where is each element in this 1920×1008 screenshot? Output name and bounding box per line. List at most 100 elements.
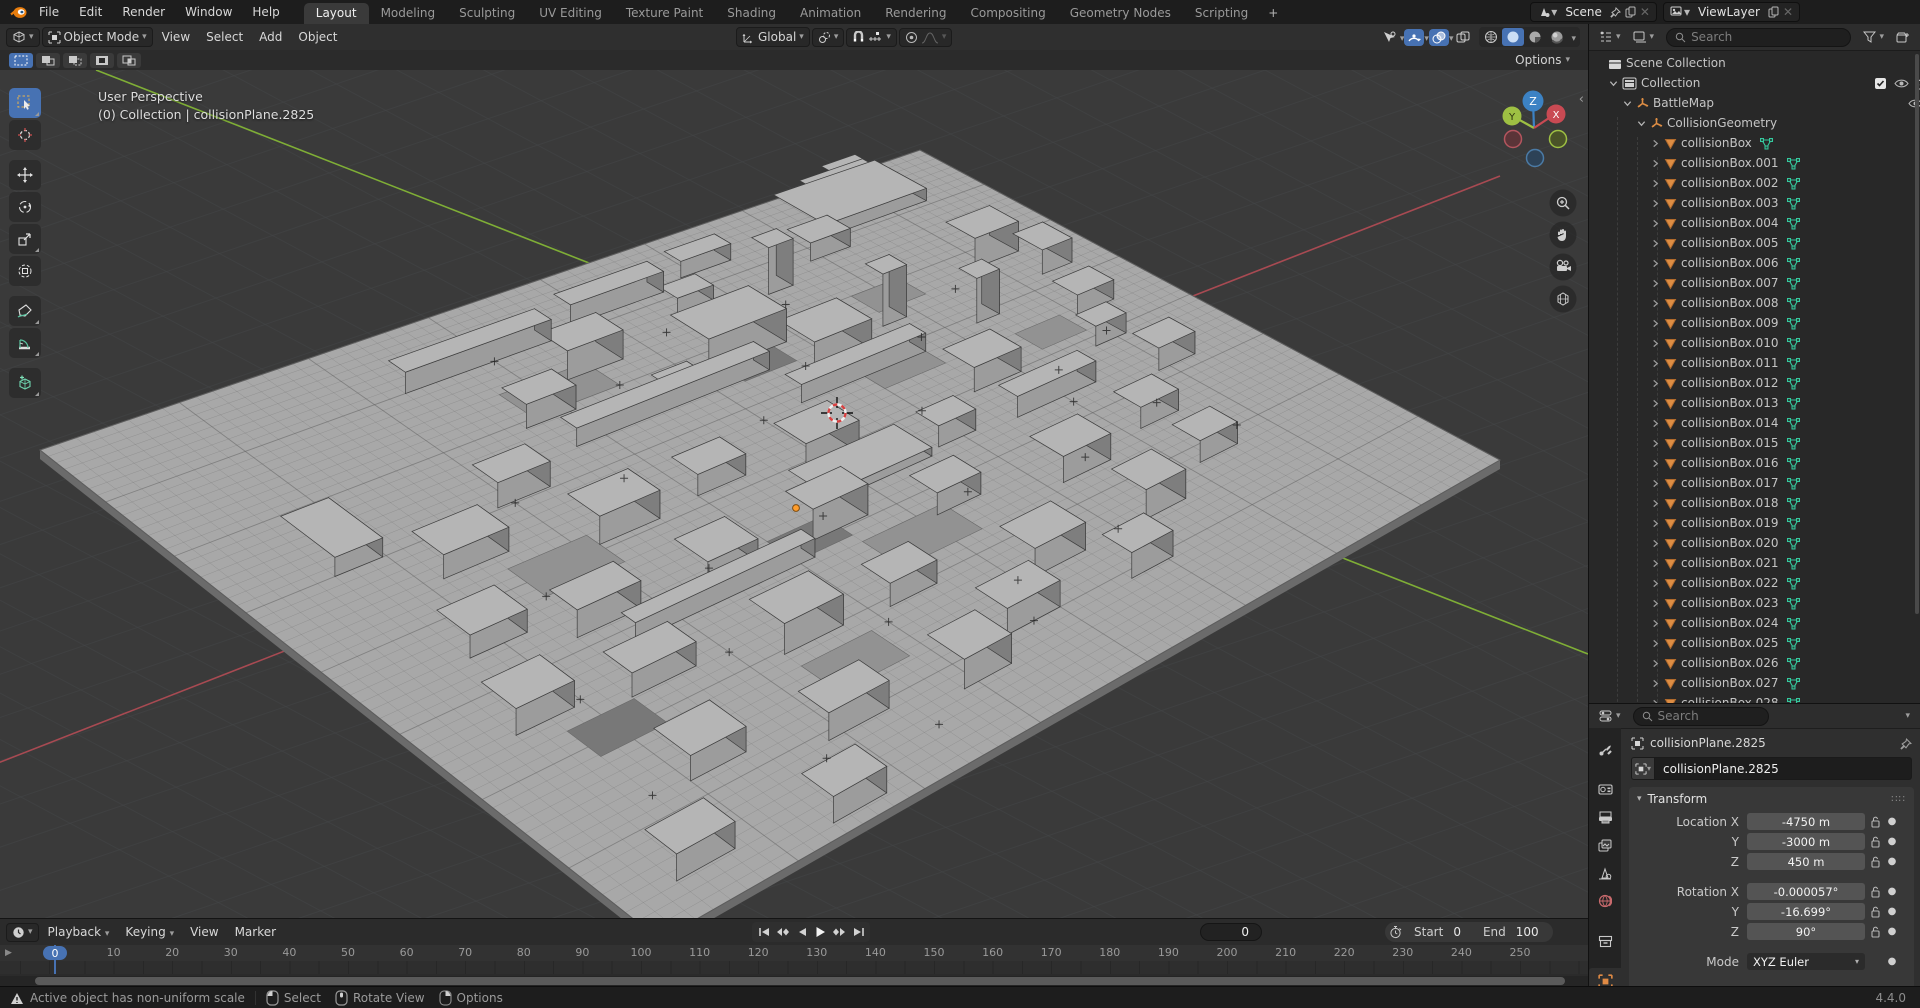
blender-logo-icon[interactable] xyxy=(8,5,29,20)
expand-closed-icon[interactable] xyxy=(1651,356,1660,370)
outliner-row[interactable]: collisionBox xyxy=(1589,133,1920,153)
outliner-row[interactable]: collisionBox.004 xyxy=(1589,213,1920,233)
animate-dot-icon[interactable]: ● xyxy=(1885,906,1899,917)
outliner-item-name[interactable]: collisionBox.003 xyxy=(1681,196,1779,210)
lock-icon[interactable] xyxy=(1865,886,1885,898)
outliner-row[interactable]: collisionBox.019 xyxy=(1589,513,1920,533)
outliner-row[interactable]: collisionBox.013 xyxy=(1589,393,1920,413)
object-name-input[interactable]: collisionPlane.2825 xyxy=(1655,757,1912,780)
copy-viewlayer-icon[interactable] xyxy=(1766,6,1781,18)
expand-open-icon[interactable] xyxy=(1637,116,1646,130)
outliner-row[interactable]: collisionBox.009 xyxy=(1589,313,1920,333)
expand-closed-icon[interactable] xyxy=(1651,576,1660,590)
overlays-toggle[interactable] xyxy=(1429,29,1449,46)
outliner-row[interactable]: Scene Collection xyxy=(1589,53,1920,73)
outliner-item-name[interactable]: collisionBox.007 xyxy=(1681,276,1779,290)
outliner-item-name[interactable]: collisionBox.021 xyxy=(1681,556,1779,570)
tab-animation[interactable]: Animation xyxy=(788,3,873,24)
outliner-item-name[interactable]: collisionBox.024 xyxy=(1681,616,1779,630)
outliner-editor-type[interactable]: ▾ xyxy=(1594,29,1626,45)
outliner-item-name[interactable]: collisionBox.013 xyxy=(1681,396,1779,410)
panel-grip-icon[interactable]: ∷∷ xyxy=(1891,794,1906,805)
tool-scale[interactable] xyxy=(9,224,41,254)
editor-type-button[interactable]: ▾ xyxy=(6,28,40,47)
outliner-row[interactable]: collisionBox.021 xyxy=(1589,553,1920,573)
expand-closed-icon[interactable] xyxy=(1651,436,1660,450)
animate-dot-icon[interactable]: ● xyxy=(1885,886,1899,897)
outliner-item-name[interactable]: collisionBox.018 xyxy=(1681,496,1779,510)
viewlayer-selector[interactable]: ▾ ViewLayer ✕ xyxy=(1663,2,1800,22)
tab-geometry-nodes[interactable]: Geometry Nodes xyxy=(1058,3,1183,24)
properties-tab-collection[interactable] xyxy=(1589,928,1621,954)
select-mode-subtract[interactable] xyxy=(63,53,87,68)
scene-name[interactable]: Scene xyxy=(1559,5,1608,19)
remove-viewlayer-icon[interactable]: ✕ xyxy=(1781,5,1795,19)
outliner-row[interactable]: collisionBox.026 xyxy=(1589,653,1920,673)
expand-closed-icon[interactable] xyxy=(1651,556,1660,570)
outliner-item-name[interactable]: collisionBox.015 xyxy=(1681,436,1779,450)
outliner-row[interactable]: Collection xyxy=(1589,73,1920,93)
shading-wireframe[interactable] xyxy=(1480,28,1502,46)
expand-closed-icon[interactable] xyxy=(1651,216,1660,230)
animate-dot-icon[interactable]: ● xyxy=(1885,836,1899,847)
outliner-item-name[interactable]: collisionBox.008 xyxy=(1681,296,1779,310)
outliner-row[interactable]: collisionBox.025 xyxy=(1589,633,1920,653)
transform-panel-header[interactable]: ▾ Transform ∷∷ xyxy=(1629,787,1914,811)
play-reverse-button[interactable] xyxy=(792,923,811,941)
expand-closed-icon[interactable] xyxy=(1651,396,1660,410)
menu-file[interactable]: File xyxy=(29,5,69,19)
outliner-item-name[interactable]: BattleMap xyxy=(1653,96,1714,110)
tab-texture-paint[interactable]: Texture Paint xyxy=(614,3,715,24)
menu-help[interactable]: Help xyxy=(242,5,289,19)
hide-eye-icon[interactable] xyxy=(1894,76,1909,90)
outliner-row[interactable]: collisionBox.020 xyxy=(1589,533,1920,553)
transform-value-field[interactable]: -16.699° xyxy=(1747,903,1865,920)
shading-dropdown-icon[interactable]: ▾ xyxy=(1568,30,1579,44)
properties-tab-output[interactable] xyxy=(1589,804,1621,830)
transform-value-field[interactable]: -4750 m xyxy=(1747,813,1865,830)
outliner-item-name[interactable]: collisionBox.027 xyxy=(1681,676,1779,690)
copy-scene-icon[interactable] xyxy=(1623,6,1638,18)
viewlayer-name[interactable]: ViewLayer xyxy=(1692,5,1766,19)
expand-closed-icon[interactable] xyxy=(1651,616,1660,630)
jump-to-end-button[interactable] xyxy=(849,923,868,941)
outliner-item-name[interactable]: collisionBox.009 xyxy=(1681,316,1779,330)
expand-closed-icon[interactable] xyxy=(1651,416,1660,430)
expand-closed-icon[interactable] xyxy=(1651,196,1660,210)
expand-closed-icon[interactable] xyxy=(1651,696,1660,703)
lock-icon[interactable] xyxy=(1865,836,1885,848)
outliner-row[interactable]: collisionBox.016 xyxy=(1589,453,1920,473)
tool-select-box[interactable] xyxy=(9,88,41,118)
outliner-item-name[interactable]: collisionBox.026 xyxy=(1681,656,1779,670)
outliner-item-name[interactable]: collisionBox.020 xyxy=(1681,536,1779,550)
outliner-item-name[interactable]: collisionBox.028 xyxy=(1681,696,1779,703)
timeline-scrollbar[interactable] xyxy=(0,976,1588,986)
outliner-row[interactable]: collisionBox.028 xyxy=(1589,693,1920,703)
timeline-menu-marker[interactable]: Marker xyxy=(227,923,284,941)
tool-add-cube[interactable] xyxy=(9,368,41,398)
expand-closed-icon[interactable] xyxy=(1651,496,1660,510)
unlink-scene-icon[interactable]: ✕ xyxy=(1638,5,1652,19)
playhead-frame-label[interactable]: 0 xyxy=(43,946,67,960)
collection-checkbox[interactable] xyxy=(1874,76,1887,90)
outliner-row[interactable]: collisionBox.003 xyxy=(1589,193,1920,213)
add-workspace-button[interactable]: + xyxy=(1260,3,1286,24)
expand-closed-icon[interactable] xyxy=(1651,456,1660,470)
jump-to-start-button[interactable] xyxy=(754,923,773,941)
pin-icon[interactable] xyxy=(1608,7,1623,18)
xray-toggle[interactable] xyxy=(1453,29,1473,46)
tab-uv-editing[interactable]: UV Editing xyxy=(527,3,614,24)
menu-edit[interactable]: Edit xyxy=(69,5,112,19)
outliner-row[interactable]: collisionBox.008 xyxy=(1589,293,1920,313)
scene-selector[interactable]: ▾ Scene ✕ xyxy=(1530,2,1657,22)
gizmos-toggle[interactable] xyxy=(1404,29,1424,46)
timeline-editor-type[interactable]: ▾ xyxy=(6,923,39,942)
outliner-row[interactable]: collisionBox.018 xyxy=(1589,493,1920,513)
outliner-row[interactable]: collisionBox.027 xyxy=(1589,673,1920,693)
outliner-row[interactable]: collisionBox.007 xyxy=(1589,273,1920,293)
expand-closed-icon[interactable] xyxy=(1651,476,1660,490)
snap-group[interactable]: ▾ xyxy=(846,28,897,47)
lock-icon[interactable] xyxy=(1865,906,1885,918)
outliner-item-name[interactable]: collisionBox xyxy=(1681,136,1752,150)
viewport-3d[interactable]: ZYX User Perspective (0) Collection | co… xyxy=(0,70,1588,918)
